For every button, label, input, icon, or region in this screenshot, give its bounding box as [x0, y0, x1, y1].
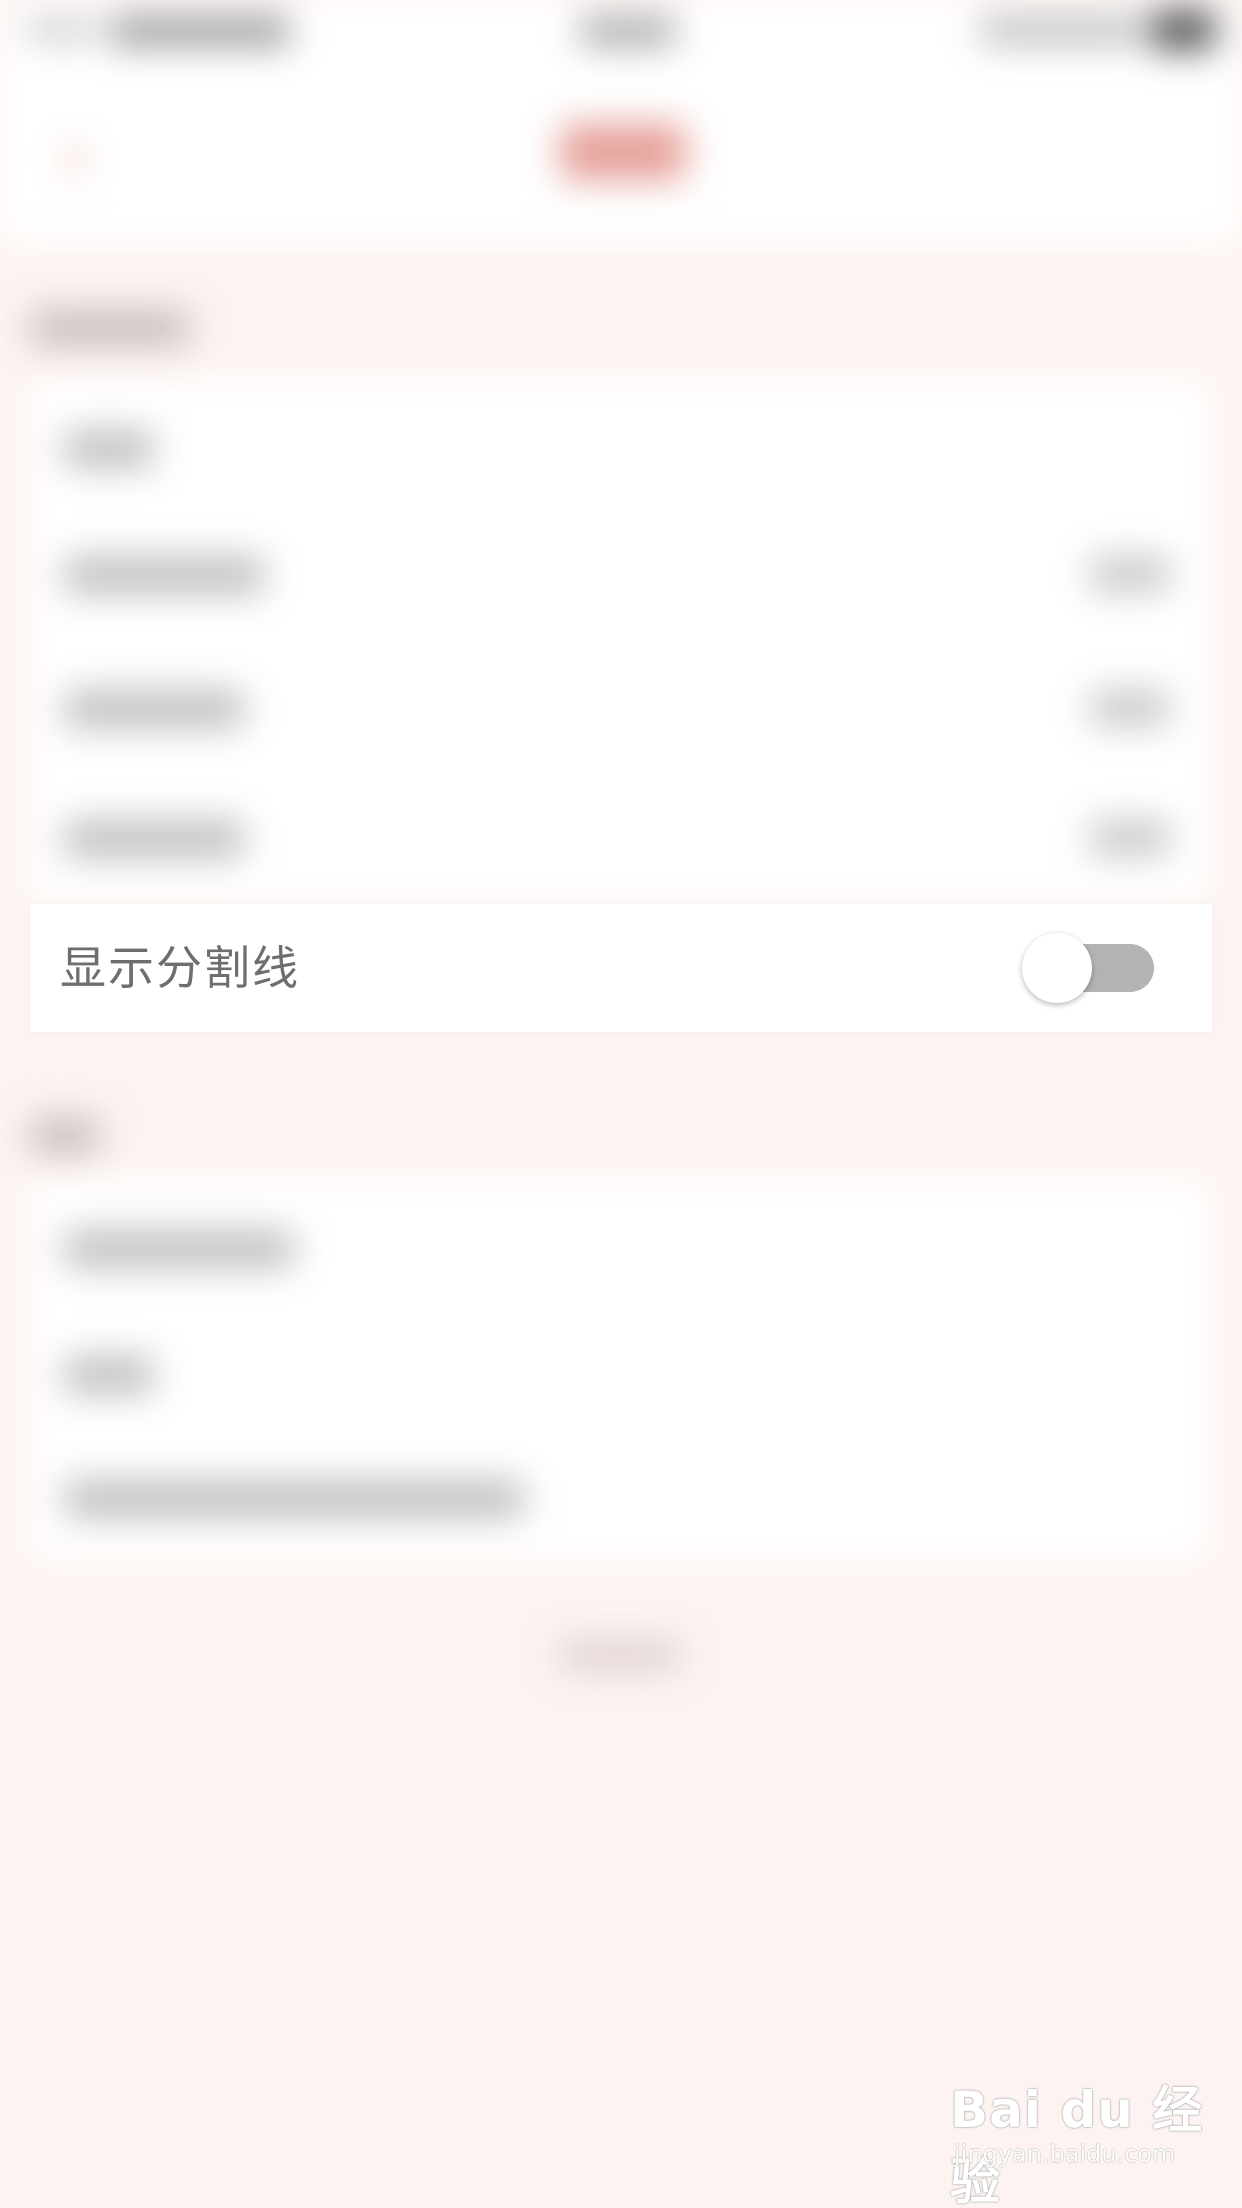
show-divider-row[interactable]: 显示分割线: [30, 904, 1212, 1032]
blurred-background: ‹: [0, 0, 1242, 2208]
show-divider-label: 显示分割线: [60, 941, 300, 995]
list-item-value: [1090, 820, 1170, 856]
section-header: [30, 1118, 100, 1154]
back-arrow-icon[interactable]: ‹: [60, 116, 100, 196]
list-item-label: [64, 430, 154, 468]
watermark-url: jingyan.baidu.com: [954, 2140, 1176, 2168]
list-item-label: [64, 690, 244, 728]
list-item-label: [64, 1480, 524, 1518]
list-item-value: [1090, 690, 1170, 726]
watermark-brand: Bai du 经验: [950, 2081, 1204, 2208]
status-icons: [980, 16, 1140, 44]
list-item-label: [64, 820, 244, 858]
section-header: [30, 310, 190, 346]
page-title: [560, 124, 686, 180]
settings-screen: ‹ 显示分割线 Bai du 经验 jingyan.baidu.com: [0, 0, 1242, 2208]
settings-card: [30, 1180, 1210, 1560]
signal-icon: [26, 20, 96, 40]
list-item-label: [64, 556, 264, 594]
carrier-text: [110, 16, 290, 46]
toggle-knob: [1022, 933, 1092, 1003]
baidu-jingyan-watermark: Bai du 经验 jingyan.baidu.com: [950, 2070, 1210, 2208]
footer-link: [560, 1640, 680, 1670]
list-item-value: [1090, 556, 1170, 592]
show-divider-toggle[interactable]: [1022, 933, 1154, 1003]
battery-icon: [1150, 10, 1216, 50]
status-bar: [0, 0, 1242, 64]
settings-card: [30, 380, 1210, 900]
list-item-label: [64, 1356, 154, 1394]
navigation-bar: ‹: [0, 64, 1242, 245]
clock-text: [580, 16, 676, 46]
list-item-label: [64, 1230, 294, 1268]
